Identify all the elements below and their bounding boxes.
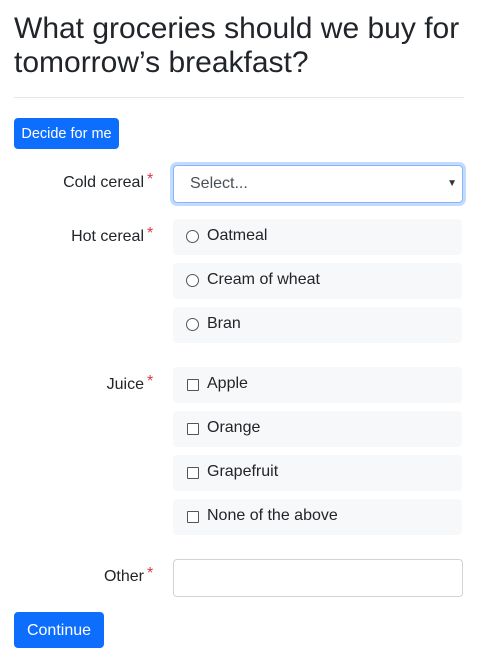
page-title: What groceries should we buy for tomorro… — [14, 12, 460, 79]
hot-cereal-option-cream-of-wheat[interactable]: Cream of wheat — [173, 263, 462, 299]
hot-cereal-option-oatmeal[interactable]: Oatmeal — [173, 219, 462, 255]
cold-cereal-selected-value: Select... — [190, 175, 248, 192]
juice-option-none-of-the-above[interactable]: None of the above — [173, 499, 462, 535]
checkbox[interactable] — [187, 511, 199, 523]
hot-cereal-label: Hot cereal — [71, 228, 144, 245]
other-input[interactable] — [173, 559, 463, 597]
hot-cereal-required-marker: * — [147, 225, 154, 242]
other-required-marker: * — [147, 565, 154, 582]
cold-cereal-select[interactable]: Select... ▼ — [173, 165, 463, 203]
option-label: None of the above — [207, 507, 338, 524]
radio-button[interactable] — [186, 274, 199, 287]
other-label: Other — [103, 568, 144, 585]
option-label: Oatmeal — [207, 227, 268, 244]
option-label: Cream of wheat — [207, 271, 320, 288]
juice-label: Juice — [106, 376, 144, 393]
option-label: Orange — [207, 419, 261, 436]
hot-cereal-option-bran[interactable]: Bran — [173, 307, 462, 343]
continue-button[interactable]: Continue — [14, 612, 104, 648]
option-label: Bran — [207, 315, 241, 332]
radio-button[interactable] — [186, 230, 199, 243]
decide-for-me-button[interactable]: Decide for me — [14, 118, 119, 149]
juice-option-grapefruit[interactable]: Grapefruit — [173, 455, 462, 491]
title-divider — [14, 97, 464, 98]
radio-button[interactable] — [186, 318, 199, 331]
chevron-down-icon: ▼ — [447, 178, 457, 189]
juice-option-orange[interactable]: Orange — [173, 411, 462, 447]
cold-cereal-required-marker: * — [147, 171, 154, 188]
juice-option-apple[interactable]: Apple — [173, 367, 462, 403]
checkbox[interactable] — [187, 423, 199, 435]
checkbox[interactable] — [187, 379, 199, 391]
checkbox[interactable] — [187, 467, 199, 479]
option-label: Grapefruit — [207, 463, 279, 480]
option-label: Apple — [207, 375, 248, 392]
juice-required-marker: * — [147, 373, 154, 390]
cold-cereal-label: Cold cereal — [63, 174, 144, 191]
